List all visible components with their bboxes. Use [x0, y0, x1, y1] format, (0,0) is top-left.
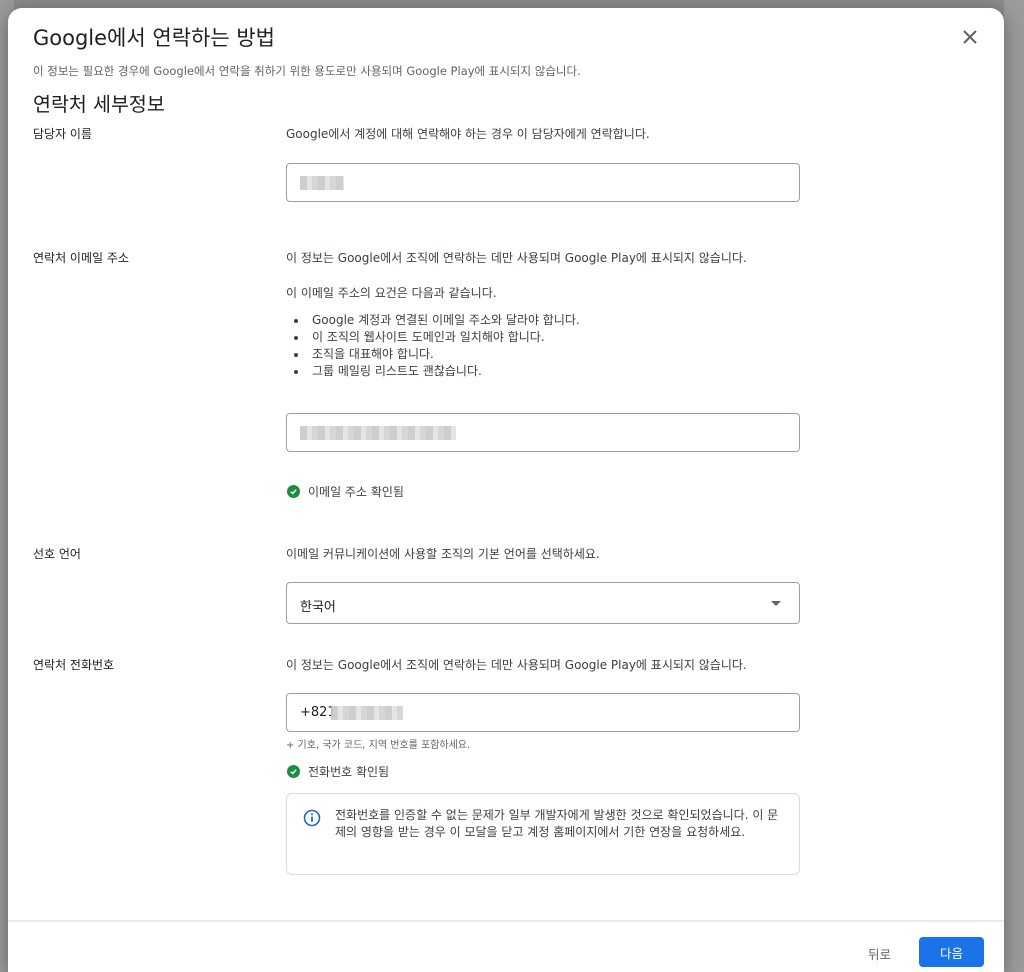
footer-divider [8, 920, 1004, 922]
contact-name-description: Google에서 계정에 대해 연락해야 하는 경우 이 담당자에게 연락합니다… [286, 127, 650, 141]
caret-down-icon [771, 601, 781, 606]
phone-verified-text: 전화번호 확인됨 [308, 765, 390, 779]
contact-phone-label: 연락처 전화번호 [33, 658, 115, 672]
section-title: 연락처 세부정보 [33, 93, 165, 116]
contact-email-input[interactable] [286, 413, 800, 452]
contact-phone-description: 이 정보는 Google에서 조직에 연락하는 데만 사용되며 Google P… [286, 658, 747, 672]
redacted-name [300, 176, 344, 190]
redacted-email [300, 426, 456, 440]
info-message: 전화번호를 인증할 수 없는 문제가 일부 개발자에게 발생한 것으로 확인되었… [335, 808, 779, 839]
contact-name-label: 담당자 이름 [33, 127, 93, 141]
list-item: 그룹 메일링 리스트도 괜찮습니다. [308, 363, 580, 380]
info-icon [303, 809, 321, 827]
check-circle-icon [287, 485, 300, 498]
contact-email-description: 이 정보는 Google에서 조직에 연락하는 데만 사용되며 Google P… [286, 251, 747, 265]
contact-email-label: 연락처 이메일 주소 [33, 251, 129, 265]
contact-phone-input[interactable]: +821 [286, 693, 800, 732]
modal-subtitle: 이 정보는 필요한 경우에 Google에서 연락을 취하기 위한 용도로만 사… [33, 64, 581, 78]
close-button[interactable] [956, 24, 984, 52]
preferred-language-label: 선호 언어 [33, 547, 81, 561]
list-item: Google 계정과 연결된 이메일 주소와 달라야 합니다. [308, 312, 580, 329]
email-verified-status: 이메일 주소 확인됨 [287, 483, 404, 500]
list-item: 조직을 대표해야 합니다. [308, 346, 580, 363]
selected-language: 한국어 [300, 600, 336, 615]
email-requirements-list: Google 계정과 연결된 이메일 주소와 달라야 합니다. 이 조직의 웹사… [286, 312, 580, 380]
next-button[interactable]: 다음 [919, 937, 984, 967]
phone-verified-status: 전화번호 확인됨 [287, 763, 389, 780]
preferred-language-select[interactable]: 한국어 [286, 582, 800, 624]
list-item: 이 조직의 웹사이트 도메인과 일치해야 합니다. [308, 329, 580, 346]
email-verified-text: 이메일 주소 확인됨 [308, 485, 404, 499]
phone-hint: + 기호, 국가 코드, 지역 번호를 포함하세요. [286, 740, 471, 751]
redacted-phone [331, 706, 403, 720]
preferred-language-description: 이메일 커뮤니케이션에 사용할 조직의 기본 언어를 선택하세요. [286, 547, 600, 561]
modal-title: Google에서 연락하는 방법 [33, 26, 275, 50]
back-button[interactable]: 뒤로 [858, 938, 901, 969]
backdrop-right-strip [1004, 0, 1024, 972]
close-icon [963, 29, 977, 44]
contact-name-input[interactable] [286, 163, 800, 202]
phone-info-notice: 전화번호를 인증할 수 없는 문제가 일부 개발자에게 발생한 것으로 확인되었… [286, 793, 800, 875]
email-requirements-intro: 이 이메일 주소의 요건은 다음과 같습니다. [286, 286, 497, 300]
check-circle-icon [287, 765, 300, 778]
contact-details-modal: Google에서 연락하는 방법 이 정보는 필요한 경우에 Google에서 … [8, 8, 1004, 972]
